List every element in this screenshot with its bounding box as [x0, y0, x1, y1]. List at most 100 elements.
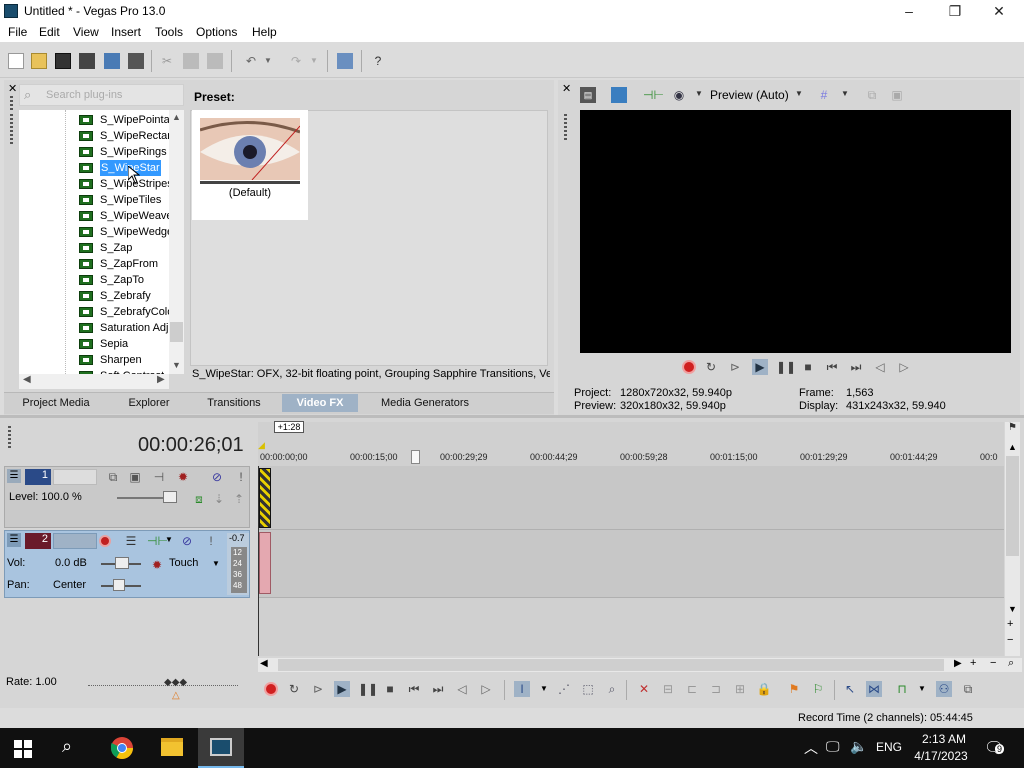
stop-icon[interactable]: ■ — [800, 359, 816, 375]
menu-insert[interactable]: Insert — [111, 25, 141, 39]
tl-record-icon[interactable] — [264, 682, 278, 696]
clock-date[interactable]: 4/17/2023 — [906, 749, 976, 763]
tab-transitions[interactable]: Transitions — [198, 394, 270, 412]
track-header-audio[interactable]: ☰ 2 ☰ ⊣⊢ ▼ ⊘ ! Vol: 0.0 dB ✹ Touch ▼ Pan… — [4, 530, 250, 598]
zoom-tool-icon[interactable]: ⌕ — [1008, 657, 1014, 670]
menu-options[interactable]: Options — [196, 25, 237, 39]
file-explorer-icon[interactable] — [161, 738, 183, 756]
tl-pause-icon[interactable]: ❚❚ — [358, 681, 378, 697]
mute-audio-icon[interactable]: ⊘ — [179, 533, 195, 549]
menu-view[interactable]: View — [73, 25, 99, 39]
track-minimize-icon[interactable]: ☰ — [7, 469, 21, 483]
ripple-dropdown-icon[interactable]: ▼ — [918, 684, 926, 693]
open-icon[interactable] — [31, 53, 47, 69]
tree-scrollbar[interactable]: ▲ ▼ — [169, 110, 184, 374]
trim-end-icon[interactable]: ⊐ — [708, 681, 724, 697]
h-zoom-out-icon[interactable]: − — [990, 657, 996, 669]
language-indicator[interactable]: ENG — [876, 740, 902, 754]
save-as-icon[interactable] — [79, 53, 95, 69]
menu-edit[interactable]: Edit — [39, 25, 60, 39]
lock-envelopes-icon[interactable]: ⚇ — [936, 681, 952, 697]
zoom-in-icon[interactable]: + — [1007, 618, 1013, 630]
tab-media-generators[interactable]: Media Generators — [370, 394, 480, 412]
record-icon[interactable] — [682, 360, 696, 374]
auto-crossfade-icon[interactable]: ⋈ — [866, 681, 882, 697]
hscroll-thumb[interactable] — [278, 659, 944, 671]
timeline-hscroll[interactable]: ◀ ▶ + − ⌕ — [258, 657, 1022, 672]
rate-slider-track[interactable] — [88, 685, 238, 686]
network-icon[interactable]: 🖵 — [826, 738, 840, 755]
ignore-grouping-icon[interactable]: ⧉ — [960, 681, 976, 697]
close-panel-icon[interactable]: ✕ — [8, 82, 17, 95]
audio-fx-icon[interactable]: ⊣⊢ — [147, 533, 168, 549]
save-snapshot-icon[interactable]: ▣ — [889, 87, 905, 103]
timeline-ruler[interactable]: 00:00:00;00 00:00:15;00 00:00:29;29 00:00:4… — [258, 452, 1004, 598]
marker-icon[interactable]: ⚑ — [1006, 422, 1019, 436]
track-name-field-1[interactable] — [53, 469, 97, 485]
minimize-button[interactable]: – — [886, 0, 932, 22]
split-icon[interactable]: ⊞ — [732, 681, 748, 697]
tree-hscrollbar[interactable]: ◀ ▶ — [19, 374, 169, 389]
vegas-taskbar-button[interactable] — [198, 728, 244, 768]
timeline-vscroll[interactable]: ⚑ ▲ ▼ + − — [1005, 422, 1020, 656]
normal-edit-tool-icon[interactable]: I — [514, 681, 530, 697]
maximize-button[interactable]: ❐ — [932, 0, 978, 22]
volume-icon[interactable]: 🔈 — [850, 738, 867, 755]
track-header-video[interactable]: ☰ 1 ⧉ ▣ ⊣ ✹ ⊘ ! Level: 100.0 % ⧈ ⇣ ⇡ — [4, 466, 250, 528]
render-icon[interactable] — [104, 53, 120, 69]
solo-icon[interactable]: ! — [233, 469, 249, 485]
tl-play-icon[interactable]: ▶ — [334, 681, 350, 697]
split-screen-icon[interactable]: ⊣⊢ — [643, 87, 664, 103]
tl-next-frame-icon[interactable]: ▷ — [478, 681, 494, 697]
track-minimize-icon[interactable]: ☰ — [7, 533, 21, 547]
vscroll-thumb[interactable] — [1006, 456, 1019, 556]
cursor-head[interactable] — [411, 450, 420, 464]
overlays-dropdown-icon[interactable]: ▼ — [841, 89, 849, 98]
menu-tools[interactable]: Tools — [155, 25, 183, 39]
preview-dropdown-icon[interactable]: ▼ — [695, 89, 703, 98]
overlays-icon[interactable]: # — [816, 87, 832, 103]
next-frame-icon[interactable]: ▷ — [896, 359, 912, 375]
delete-icon[interactable]: ✕ — [636, 681, 652, 697]
automation-icon[interactable]: ✹ — [149, 557, 165, 573]
play-from-start-icon[interactable]: ⊳ — [727, 359, 743, 375]
video-preview-screen[interactable] — [580, 110, 1011, 353]
tl-play-from-start-icon[interactable]: ⊳ — [310, 681, 326, 697]
make-compositing-child-icon[interactable]: ⇣ — [211, 491, 227, 507]
region-marker[interactable]: +1:28 — [274, 421, 304, 433]
insert-marker-icon[interactable]: ⚑ — [786, 681, 802, 697]
windows-start-icon[interactable] — [14, 740, 32, 758]
menu-file[interactable]: File — [8, 25, 27, 39]
loop-start-icon[interactable]: ◢ — [258, 440, 266, 450]
tl-previous-frame-icon[interactable]: ◁ — [454, 681, 470, 697]
scroll-right-icon[interactable]: ▶ — [954, 658, 962, 669]
undo-dropdown-icon[interactable]: ▼ — [264, 53, 280, 69]
menu-help[interactable]: Help — [252, 25, 277, 39]
loop-icon[interactable]: ↻ — [703, 359, 719, 375]
snapping-icon[interactable]: ↖ — [842, 681, 858, 697]
scroll-thumb[interactable] — [170, 322, 183, 342]
pause-icon[interactable]: ❚❚ — [776, 359, 796, 375]
copy-icon[interactable] — [183, 53, 199, 69]
mute-icon[interactable]: ⊘ — [209, 469, 225, 485]
automation-dropdown-icon[interactable]: ▼ — [212, 559, 220, 568]
paste-icon[interactable] — [207, 53, 223, 69]
scroll-left-icon[interactable]: ◀ — [23, 374, 31, 385]
audio-fx-dropdown-icon[interactable]: ▼ — [165, 535, 173, 544]
scroll-down-icon[interactable]: ▼ — [1008, 604, 1017, 614]
tl-go-to-end-icon[interactable]: ⏭ — [430, 681, 446, 697]
preset-thumbnail-default[interactable]: (Default) — [192, 110, 308, 220]
search-box[interactable]: ⌕ Search plug-ins — [19, 84, 184, 106]
track-fx-icon[interactable]: ✹ — [175, 469, 191, 485]
scroll-up-icon[interactable]: ▲ — [172, 112, 181, 122]
solo-audio-icon[interactable]: ! — [203, 533, 219, 549]
level-slider-thumb[interactable] — [163, 491, 177, 503]
new-icon[interactable] — [8, 53, 24, 69]
tl-zoom-tool-icon[interactable]: ⌕ — [604, 681, 620, 697]
redo-icon[interactable]: ↷ — [288, 53, 304, 69]
close-button[interactable]: ✕ — [976, 0, 1022, 22]
go-to-start-icon[interactable]: ⏮ — [824, 359, 840, 375]
h-zoom-in-icon[interactable]: + — [970, 657, 976, 669]
track-name-field-2[interactable] — [53, 533, 97, 549]
envelope-tool-icon[interactable]: ⋰ — [556, 681, 572, 697]
